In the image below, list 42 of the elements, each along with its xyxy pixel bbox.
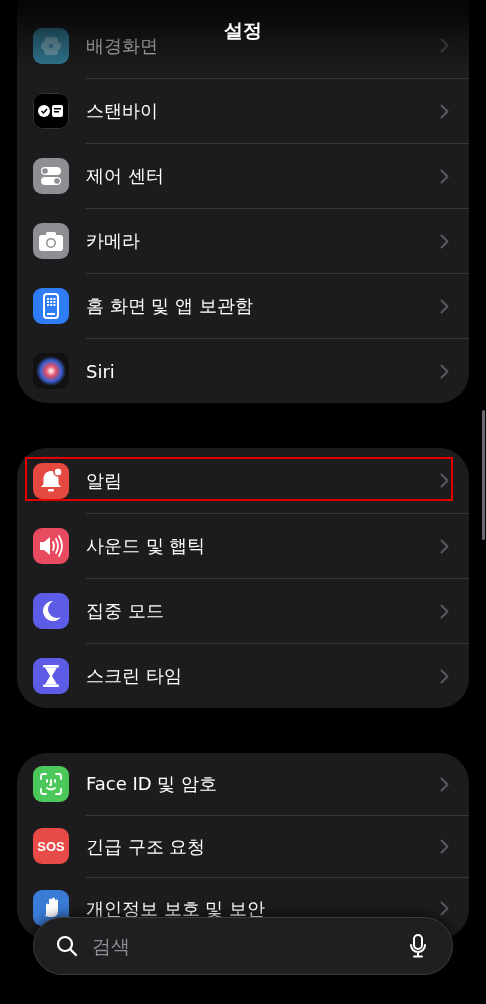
chevron-icon (440, 473, 449, 488)
siri-orb-icon (33, 352, 69, 389)
hourglass-icon (33, 657, 69, 694)
clock-widget-icon (33, 92, 69, 129)
chevron-icon (440, 668, 449, 684)
microphone-icon[interactable] (410, 934, 426, 958)
settings-item[interactable]: 긴급 구조 요청 (86, 834, 206, 859)
settings-item[interactable]: 스탠바이 (86, 99, 158, 123)
settings-item[interactable]: 스크린 타임 (86, 664, 182, 688)
bell-icon (33, 462, 69, 499)
chevron-icon (440, 839, 449, 854)
settings-item[interactable]: Siri (86, 360, 115, 382)
chevron-icon (440, 901, 449, 916)
chevron-icon (440, 38, 449, 53)
chevron-icon (440, 538, 449, 554)
settings-item[interactable]: 배경화면 (86, 33, 158, 58)
chevron-icon (440, 363, 449, 379)
chevron-icon (440, 603, 449, 619)
settings-item[interactable]: 카메라 (86, 229, 140, 253)
moon-icon (33, 592, 69, 629)
search-input[interactable]: 검색 (90, 934, 398, 958)
flower-icon (33, 27, 69, 64)
settings-item[interactable]: 제어 센터 (86, 164, 164, 188)
settings-item[interactable]: 알림 (86, 468, 122, 493)
settings-item[interactable]: Face ID 및 암호 (86, 772, 218, 796)
phone-grid-icon (33, 287, 69, 324)
chevron-icon (440, 103, 449, 119)
toggles-icon (33, 157, 69, 194)
camera-icon (33, 222, 69, 259)
chevron-icon (440, 298, 449, 314)
settings-item[interactable]: 사운드 및 햅틱 (86, 534, 206, 558)
settings-item[interactable]: 홈 화면 및 앱 보관함 (86, 294, 253, 318)
page-title: 설정 (224, 18, 262, 42)
face-scan-icon (33, 766, 69, 802)
chevron-icon (440, 776, 449, 792)
sos-icon: SOS (33, 828, 69, 864)
search-icon (56, 935, 78, 957)
chevron-icon (440, 168, 449, 184)
speaker-icon (33, 527, 69, 564)
search-field[interactable]: 검색 (33, 917, 453, 975)
settings-item[interactable]: 집중 모드 (86, 599, 164, 623)
chevron-icon (440, 233, 449, 249)
